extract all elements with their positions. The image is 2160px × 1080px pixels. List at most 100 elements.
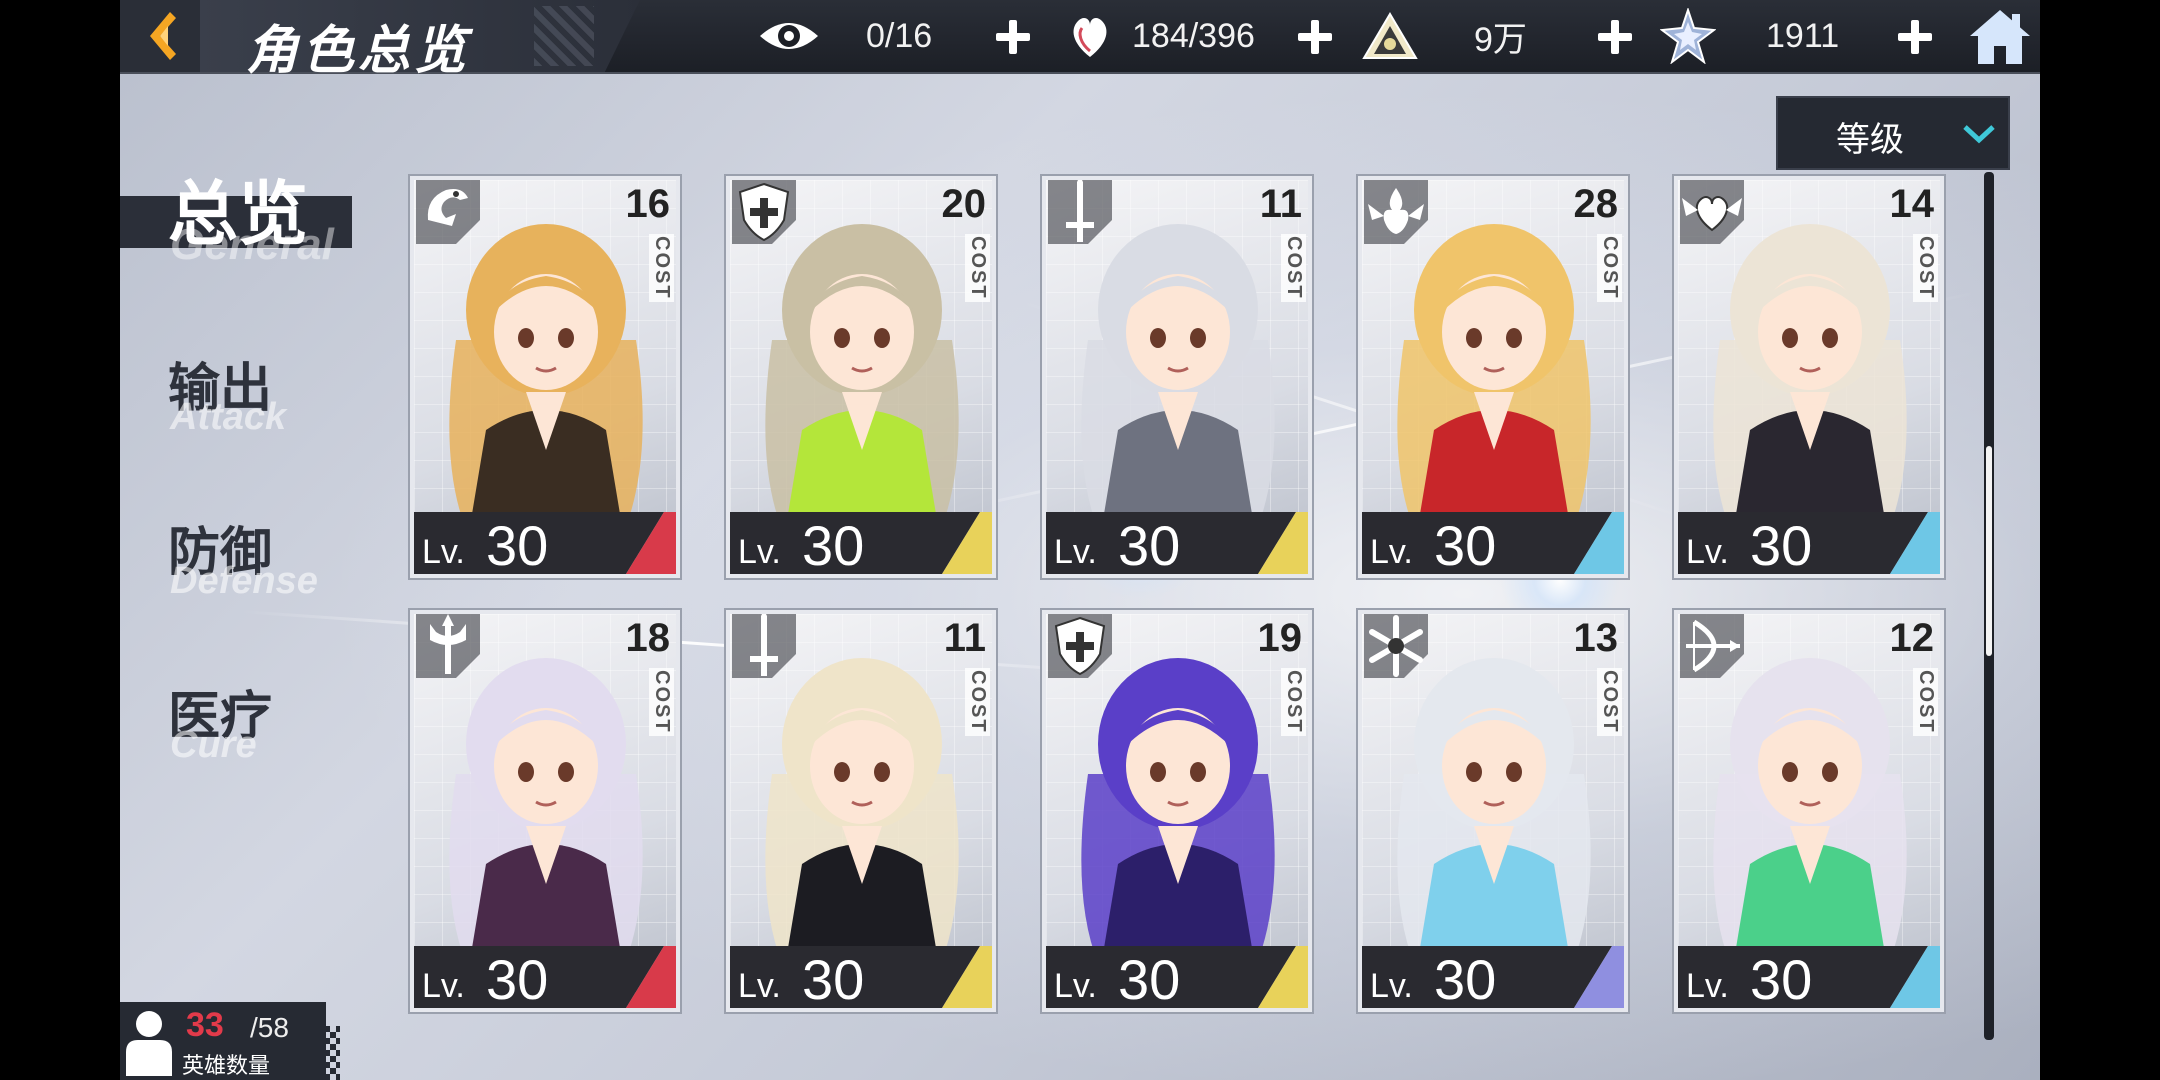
top-bar: 角色总览 0/16 184/396 9万 1911 [120,0,2040,80]
resource-heart [1068,0,1112,72]
character-card[interactable]: 11 COST Lv. 30 [1042,176,1312,578]
nav-label-en: Defense [170,560,318,602]
level-label: Lv. [1370,533,1413,571]
level-value: 30 [486,514,549,577]
home-icon [1970,10,2030,64]
hero-count-max: /58 [250,1012,289,1043]
level-value: 30 [1434,948,1497,1011]
bow-icon [1680,614,1744,678]
level-value: 30 [1750,514,1813,577]
cost-label: COST [1281,668,1306,736]
nav-label-en: Attack [170,396,287,438]
level-label: Lv. [738,533,781,571]
character-card[interactable]: 18 COST Lv. 30 [410,610,680,1012]
add-gold-button[interactable] [1598,20,1632,54]
level-label: Lv. [422,967,465,1005]
gold-coin-icon [1362,12,1418,59]
cost-value: 13 [1573,616,1619,660]
level-label: Lv. [1054,533,1097,571]
add-crystal-button[interactable] [1898,20,1932,54]
cost-value: 14 [1889,182,1935,226]
level-value: 30 [1118,514,1181,577]
flame-wing-icon [1364,180,1428,244]
resource-crystal-value: 1911 [1766,0,1839,72]
character-card[interactable]: 16 COST Lv. 30 [410,176,680,578]
cost-value: 12 [1889,616,1935,660]
cost-value: 18 [625,616,671,660]
level-label: Lv. [1686,533,1729,571]
hero-count-label: 英雄数量 [182,1053,271,1078]
level-label: Lv. [1054,967,1097,1005]
light-streak [239,610,1138,676]
character-card[interactable]: 11 COST Lv. 30 [726,610,996,1012]
level-label: Lv. [1686,967,1729,1005]
nav-label-en: Cure [170,724,257,766]
cost-label: COST [1281,234,1306,302]
character-portrait [765,658,959,984]
checker-decoration [306,1026,340,1080]
cost-value: 11 [943,616,986,660]
level-value: 30 [802,514,865,577]
character-card[interactable]: 28 COST Lv. 30 [1358,176,1628,578]
cost-label: COST [965,234,990,302]
resource-value: 9万 [1474,20,1527,59]
dragon-icon [416,180,480,244]
resource-value: 1911 [1766,16,1840,55]
shield-cross-icon [1048,614,1112,678]
resource-eye [758,0,820,72]
sort-dropdown[interactable]: 等级 [1776,96,2010,170]
scrollbar-thumb[interactable] [1986,446,1992,656]
character-card[interactable]: 19 COST Lv. 30 [1042,610,1312,1012]
character-card[interactable]: 13 COST Lv. 30 [1358,610,1628,1012]
character-portrait [1397,658,1591,984]
resource-value: 184/396 [1132,16,1255,55]
add-heart-button[interactable] [1298,20,1332,54]
character-portrait [1397,224,1591,550]
cost-label: COST [965,668,990,736]
resource-eye-value: 0/16 [866,0,932,72]
heart-potion-icon [1073,18,1107,57]
nav-item-attack[interactable]: 输出 Attack [120,340,360,450]
back-button[interactable] [120,0,200,72]
resource-gold-value: 9万 [1474,0,1527,72]
snowflake-icon [1364,614,1428,678]
hero-count-current: 33 [186,1006,224,1044]
cost-value: 20 [941,182,987,226]
chevron-down-icon [1963,125,1995,144]
sword-icon [732,614,796,678]
cost-label: COST [1597,668,1622,736]
character-portrait [1081,224,1275,550]
level-value: 30 [1434,514,1497,577]
home-button[interactable] [1968,6,2032,66]
person-icon [126,1011,172,1076]
back-arrow-icon [150,12,176,60]
nav-active-label: 总览 [168,175,308,253]
character-portrait [1081,658,1275,984]
cost-label: COST [1913,668,1938,736]
cost-label: COST [1913,234,1938,302]
sort-label: 等级 [1836,121,1904,159]
cost-value: 16 [625,182,671,226]
cost-label: COST [649,668,674,736]
character-card[interactable]: 14 COST Lv. 30 [1674,176,1944,578]
level-value: 30 [486,948,549,1011]
cost-value: 28 [1573,182,1619,226]
nav-item-cure[interactable]: 医疗 Cure [120,668,360,778]
page-title: 角色总览 [246,22,471,80]
nav-item-defense[interactable]: 防御 Defense [120,504,360,614]
crystal-star-icon [1660,8,1716,64]
cost-label: COST [649,234,674,302]
level-value: 30 [1118,948,1181,1011]
character-portrait [1713,658,1907,984]
eye-icon [760,23,818,49]
add-eye-button[interactable] [996,20,1030,54]
resource-value: 0/16 [866,16,933,55]
cost-label: COST [1597,234,1622,302]
character-card[interactable]: 20 COST Lv. 30 [726,176,996,578]
heart-wing-icon [1680,180,1744,244]
hero-count-panel: 33 /58 英雄数量 [120,1002,326,1080]
character-card[interactable]: 12 COST Lv. 30 [1674,610,1944,1012]
sword-icon [1048,180,1112,244]
cost-value: 11 [1259,182,1302,226]
character-portrait [765,224,959,550]
